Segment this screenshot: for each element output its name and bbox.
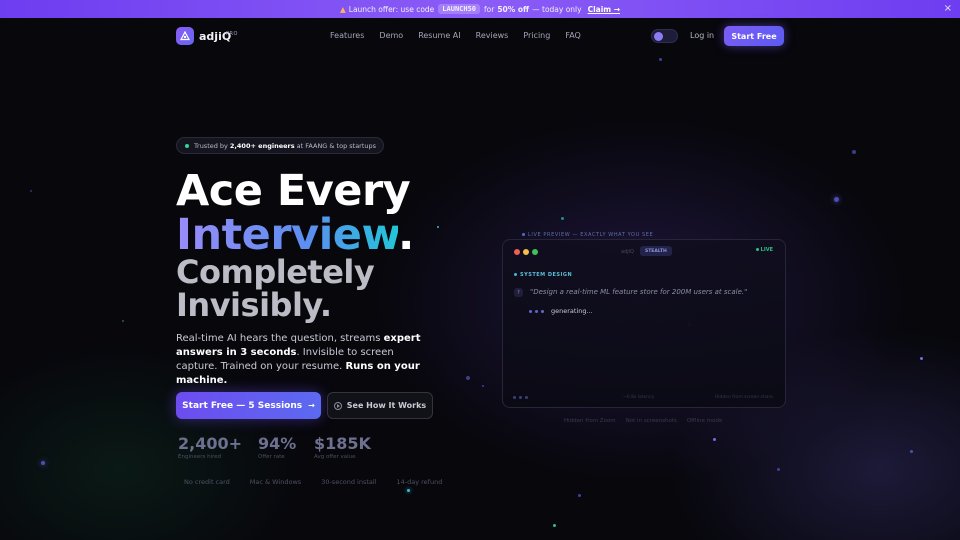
stat-offer-rate: 94% Offer rate (258, 434, 296, 460)
status-text: generating... (551, 307, 593, 315)
see-how-it-works-button[interactable]: See How It Works (327, 392, 433, 419)
feature-list: No credit card Mac & Windows 30-second i… (184, 478, 442, 486)
caption-item: Offline mode (686, 418, 723, 424)
particle (659, 58, 662, 61)
particle (561, 217, 564, 220)
stat-value: 94% (258, 434, 297, 453)
hidden-note: Hidden from screen share (714, 395, 773, 400)
stat-avg-offer: $185K Avg offer value (314, 434, 371, 460)
stat-value: 2,400+ (178, 434, 243, 453)
banner-mid: for (484, 4, 495, 14)
start-free-button[interactable]: Start Free — 5 Sessions → (176, 392, 321, 419)
footer-dots (513, 396, 528, 399)
window-title: adjiQ (621, 249, 634, 255)
particle (122, 320, 124, 322)
caption-item: Not in screenshots (625, 418, 677, 424)
claim-link[interactable]: Claim → (588, 5, 620, 14)
pill-highlight: 2,400+ engineers (229, 141, 295, 150)
live-dot (755, 248, 759, 251)
stat-engineers: 2,400+ Engineers hired (178, 434, 242, 460)
particle (437, 226, 439, 228)
generating-status: generating... (529, 307, 593, 315)
particle (466, 376, 470, 380)
nav-features[interactable]: Features (330, 31, 364, 40)
live-dot (522, 233, 525, 236)
banner-prefix: Launch offer: use code (348, 4, 435, 14)
question-icon: ? (514, 288, 523, 297)
promo-banner: ▲ Launch offer: use code LAUNCH50 for 50… (0, 0, 960, 18)
preview-window: adjiQ STEALTH LIVE SYSTEM DESIGN ? "Desi… (502, 239, 786, 408)
preview-label-text: LIVE PREVIEW — EXACTLY WHAT YOU SEE (528, 232, 654, 238)
headline-period: . (397, 210, 414, 260)
live-text: LIVE (760, 247, 773, 253)
nav-reviews[interactable]: Reviews (476, 31, 509, 40)
particle (910, 450, 913, 453)
page-background (0, 0, 960, 540)
caption-item: Hidden from Zoom (564, 418, 616, 424)
main-nav: Features Demo Resume AI Reviews Pricing … (330, 31, 581, 40)
nav-pricing[interactable]: Pricing (523, 31, 550, 40)
start-free-nav-button[interactable]: Start Free (724, 26, 784, 46)
theme-toggle[interactable] (651, 29, 678, 43)
triangle-logo-icon[interactable] (176, 27, 194, 45)
status-dot (185, 144, 189, 148)
category-text: SYSTEM DESIGN (520, 272, 573, 278)
latency-text: ~0.8s latency (623, 395, 655, 400)
headline-line-1: Ace Every (176, 166, 411, 216)
particle (920, 357, 923, 360)
particle (41, 461, 45, 465)
window-maximize-dot (532, 249, 538, 255)
trust-pill: Trusted by 2,400+ engineers at FAANG & t… (176, 137, 384, 154)
hero-subtitle: Real-time AI hears the question, streams… (176, 332, 426, 388)
close-icon[interactable]: × (944, 3, 952, 14)
login-link[interactable]: Log in (690, 31, 714, 40)
particle (482, 385, 484, 387)
stat-value: $185K (314, 434, 371, 453)
fire-icon: ▲ (339, 4, 346, 14)
particle (407, 489, 410, 492)
category-dot (514, 273, 517, 276)
window-close-dot (514, 249, 520, 255)
feature-item: Mac & Windows (249, 478, 302, 486)
feature-item: 14-day refund (396, 478, 443, 486)
particle (713, 438, 716, 441)
category-tag: SYSTEM DESIGN (514, 272, 572, 278)
live-indicator: LIVE (755, 247, 773, 253)
question-text: "Design a real-time ML feature store for… (530, 288, 748, 296)
nav-demo[interactable]: Demo (379, 31, 403, 40)
promo-code: LAUNCH50 (438, 4, 481, 14)
particle (777, 468, 780, 471)
stat-label: Offer rate (258, 454, 285, 460)
preview-caption-list: Hidden from Zoom Not in screenshots Offl… (564, 418, 722, 424)
typing-dots-icon (529, 309, 544, 313)
particle (834, 197, 839, 202)
stealth-badge: STEALTH (640, 246, 672, 256)
pill-suffix: at FAANG & top startups (296, 141, 377, 150)
see-how-label: See How It Works (346, 401, 427, 410)
particle (30, 190, 32, 192)
toggle-knob (654, 32, 663, 41)
arrow-right-icon: → (308, 401, 315, 410)
stat-label: Engineers hired (178, 454, 222, 460)
banner-discount: 50% off (497, 4, 530, 14)
feature-item: 30-second install (321, 478, 377, 486)
headline-line-3: Completely Invisibly. (176, 253, 375, 324)
subtitle-part-a: Real-time AI hears the question, streams (176, 333, 381, 344)
start-free-label: Start Free — 5 Sessions (182, 400, 303, 411)
pill-prefix: Trusted by (194, 141, 228, 150)
play-icon (333, 401, 342, 410)
particle (852, 150, 856, 154)
window-minimize-dot (523, 249, 529, 255)
pro-badge: PRO (226, 31, 238, 37)
preview-label: LIVE PREVIEW — EXACTLY WHAT YOU SEE (522, 232, 653, 238)
nav-faq[interactable]: FAQ (565, 31, 581, 40)
feature-item: No credit card (184, 478, 230, 486)
particle (578, 494, 581, 497)
stat-label: Avg offer value (314, 454, 356, 460)
nav-resume-ai[interactable]: Resume AI (418, 31, 460, 40)
particle (553, 524, 556, 527)
banner-suffix: — today only (532, 4, 582, 14)
